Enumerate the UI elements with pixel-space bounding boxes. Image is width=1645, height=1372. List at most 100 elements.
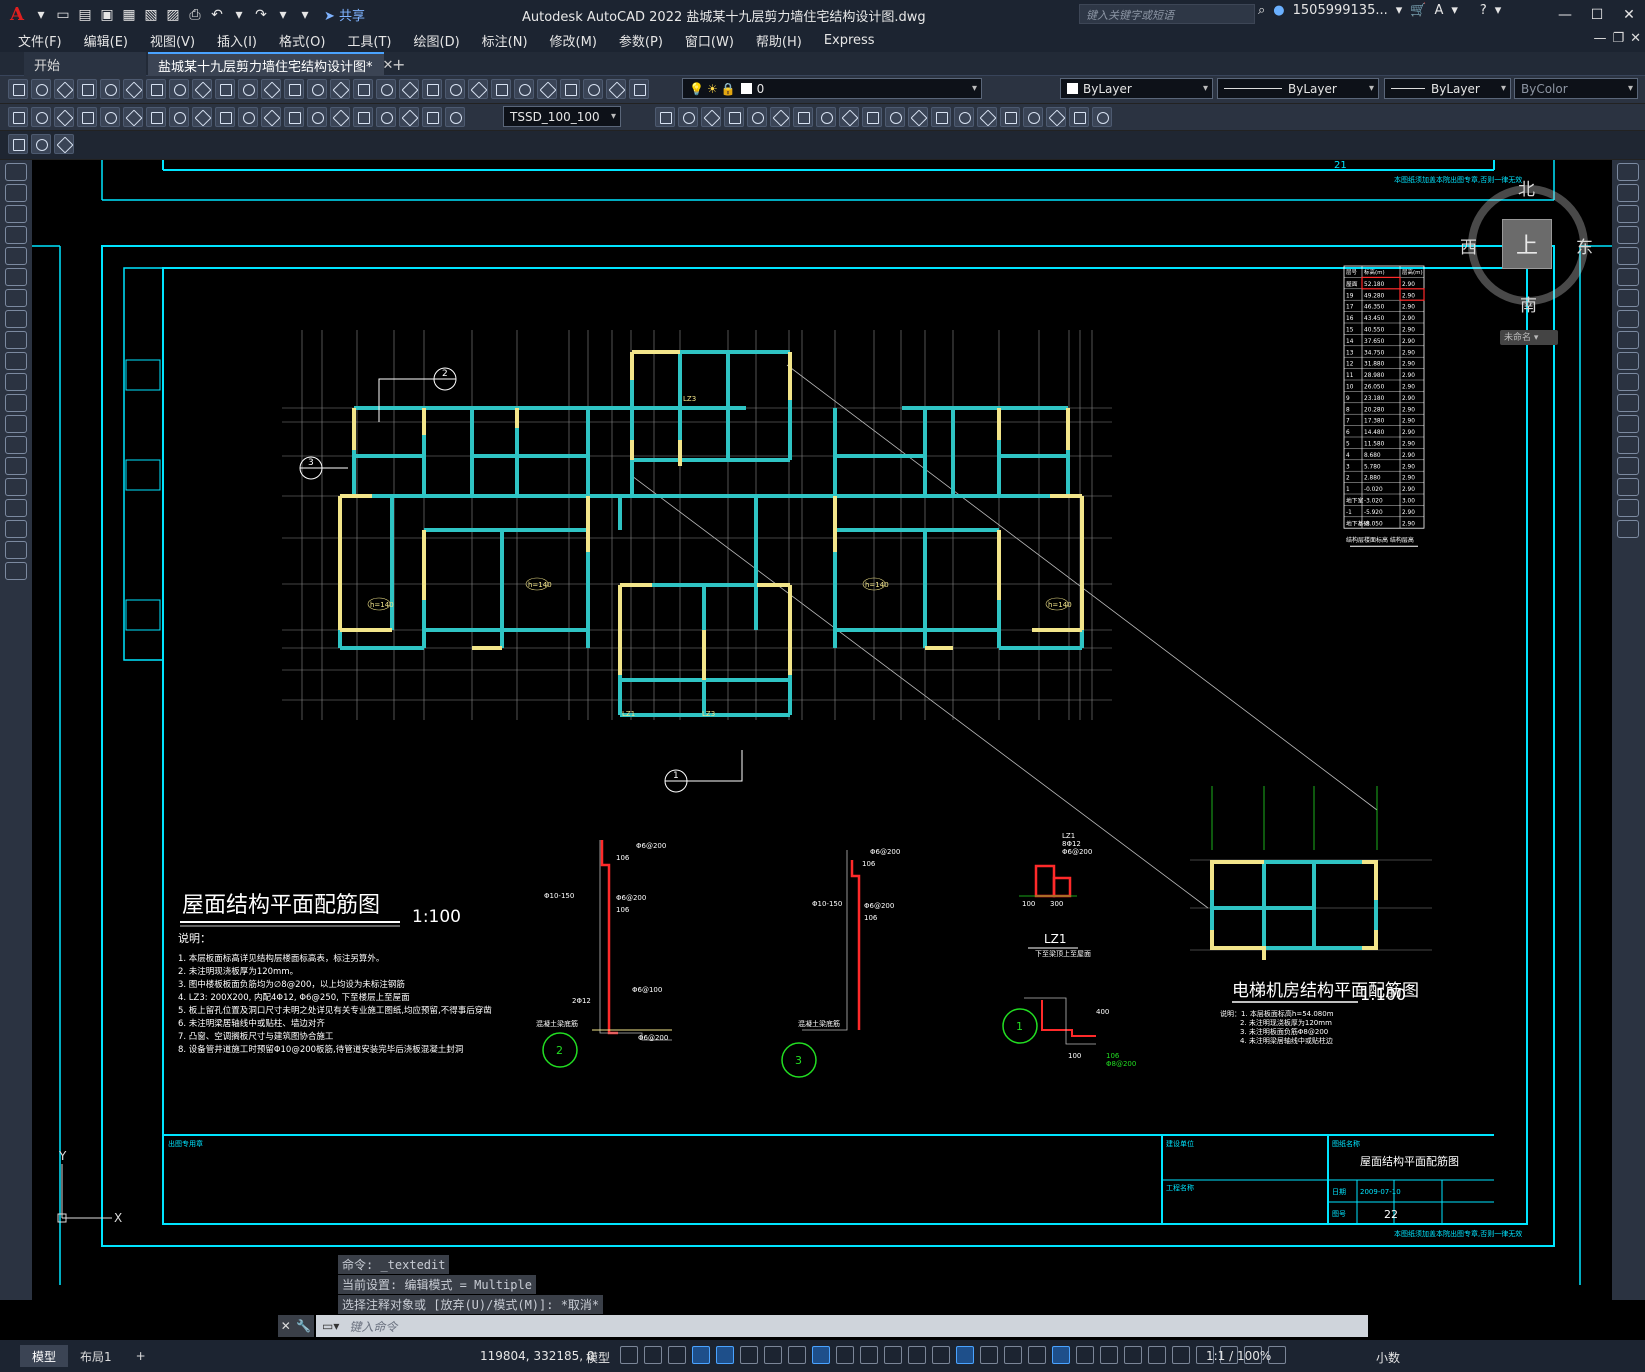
extra-tool-icon-3[interactable] [54,134,74,154]
drawing-canvas[interactable]: 21 本图纸须加盖本院出图专章,否则一律无效 h=140 h=140 h=140… [32,160,1612,1285]
modify-side-tool-icon-14[interactable] [1617,436,1639,454]
status-toggle-icon-19[interactable] [1052,1346,1070,1364]
help-dropdown-icon[interactable]: ▾ [1495,3,1502,18]
plot-icon[interactable]: ⎙ [186,6,204,24]
cart-icon[interactable]: 🛒 [1410,3,1426,18]
help-icon[interactable]: ? [1480,3,1487,18]
modify-side-tool-icon-11[interactable] [1617,373,1639,391]
dimstyle-dropdown-icon[interactable]: ▾ [611,111,616,122]
drawing-svg[interactable]: 21 本图纸须加盖本院出图专章,否则一律无效 h=140 h=140 h=140… [32,160,1612,1285]
menu-file[interactable]: 文件(F) [0,31,72,50]
structural-plan[interactable]: h=140 h=140 h=140 h=140 LZ3 LZ3 LZ1 2 3 [282,330,1378,909]
add-layout-icon[interactable]: + [124,1345,158,1367]
modify-tool-icon-18[interactable] [1046,107,1066,127]
tab-model[interactable]: 模型 [20,1345,69,1367]
menu-help[interactable]: 帮助(H) [744,31,812,50]
search-input[interactable]: 键入关键字或短语 [1079,4,1255,24]
customize-quick-access-icon[interactable]: ▾ [296,6,314,24]
dimension-tool-icon-19[interactable] [422,107,442,127]
menu-view[interactable]: 视图(V) [138,31,205,50]
viewcube-top-face[interactable]: 上 [1502,219,1552,269]
standard-tool-icon-1[interactable] [8,79,28,99]
menu-format[interactable]: 格式(O) [267,31,335,50]
undo-icon[interactable]: ↶ [208,6,226,24]
status-toggle-icon-13[interactable] [908,1346,926,1364]
status-toggle-icon-9[interactable] [812,1346,830,1364]
dimension-tool-icon-14[interactable] [307,107,327,127]
standard-tool-icon-2[interactable] [31,79,51,99]
modify-side-tool-icon-2[interactable] [1617,184,1639,202]
modify-tool-icon-7[interactable] [793,107,813,127]
modify-side-tool-icon-1[interactable] [1617,163,1639,181]
modify-tool-icon-11[interactable] [885,107,905,127]
status-toggle-icon-5[interactable] [716,1346,734,1364]
status-toggle-icon-17[interactable] [1004,1346,1022,1364]
modify-tool-icon-4[interactable] [724,107,744,127]
modify-tool-icon-12[interactable] [908,107,928,127]
viewcube-south[interactable]: 南 [1520,291,1537,316]
status-toggle-icon-21[interactable] [1100,1346,1118,1364]
color-combo[interactable]: ByLayer ▾ [1060,78,1213,99]
standard-tool-icon-17[interactable] [376,79,396,99]
standard-tool-icon-27[interactable] [606,79,626,99]
new-tab-icon[interactable]: + [392,55,405,74]
dimension-tool-icon-16[interactable] [353,107,373,127]
dimension-tool-icon-9[interactable] [192,107,212,127]
viewcube[interactable]: 上 北 南 西 东 [1460,180,1593,316]
standard-tool-icon-5[interactable] [100,79,120,99]
redo-icon[interactable]: ↷ [252,6,270,24]
cursor-coordinates[interactable]: 119804, 332185, 0 [480,1349,595,1363]
save-icon[interactable]: ▣ [98,6,116,24]
draw-tool-icon-9[interactable] [5,331,27,349]
modify-tool-icon-2[interactable] [678,107,698,127]
status-toggle-icon-23[interactable] [1148,1346,1166,1364]
modify-side-tool-icon-17[interactable] [1617,499,1639,517]
status-toggle-icon-20[interactable] [1076,1346,1094,1364]
modify-tool-icon-19[interactable] [1069,107,1089,127]
account-dropdown-icon[interactable]: ▾ [1451,3,1458,18]
close-icon[interactable]: ✕ [1613,0,1645,29]
status-toggle-icon-14[interactable] [932,1346,950,1364]
new-file-icon[interactable]: ▭ [54,6,72,24]
dimension-tool-icon-1[interactable] [8,107,28,127]
standard-tool-icon-13[interactable] [284,79,304,99]
modify-side-tool-icon-3[interactable] [1617,205,1639,223]
modify-side-tool-icon-6[interactable] [1617,268,1639,286]
draw-tool-icon-17[interactable] [5,499,27,517]
menu-edit[interactable]: 编辑(E) [72,31,138,50]
tab-drawing[interactable]: 盐城某十九层剪力墙住宅结构设计图* ✕ [148,52,393,76]
modify-tool-icon-14[interactable] [954,107,974,127]
lineweight-dropdown-icon[interactable]: ▾ [1501,83,1506,94]
viewcube-east[interactable]: 东 [1576,233,1593,258]
status-toggle-icon-7[interactable] [764,1346,782,1364]
command-recent-icon[interactable]: ▭▾ [322,1319,339,1333]
status-toggle-icon-12[interactable] [884,1346,902,1364]
lz1-column-detail[interactable]: LZ1 8Φ12 Φ6@200 100 300 下至梁顶上至屋面 LZ1 400… [1002,832,1136,1068]
color-dropdown-icon[interactable]: ▾ [1203,83,1208,94]
modify-side-tool-icon-9[interactable] [1617,331,1639,349]
tab-layout1[interactable]: 布局1 [68,1345,124,1367]
menu-draw[interactable]: 绘图(D) [402,31,470,50]
section-detail-2[interactable]: Φ6@200 106 Φ10-150 Φ6@200 106 Φ6@100 2Φ1… [536,840,672,1068]
save-web-icon[interactable]: ▨ [164,6,182,24]
user-icon[interactable]: ● [1273,3,1284,18]
draw-tool-icon-4[interactable] [5,226,27,244]
standard-tool-icon-9[interactable] [192,79,212,99]
modify-side-tool-icon-10[interactable] [1617,352,1639,370]
open-file-icon[interactable]: ▤ [76,6,94,24]
doc-close-icon[interactable]: ✕ [1630,31,1641,46]
share-button[interactable]: ➤ 共享 [324,5,365,24]
draw-tool-icon-15[interactable] [5,457,27,475]
user-name[interactable]: 1505999135... [1293,3,1388,18]
standard-tool-icon-25[interactable] [560,79,580,99]
dimension-tool-icon-11[interactable] [238,107,258,127]
standard-tool-icon-26[interactable] [583,79,603,99]
modify-side-tool-icon-7[interactable] [1617,289,1639,307]
dimension-tool-icon-4[interactable] [77,107,97,127]
dimension-tool-icon-12[interactable] [261,107,281,127]
standard-tool-icon-11[interactable] [238,79,258,99]
status-toggle-icon-11[interactable] [860,1346,878,1364]
standard-tool-icon-6[interactable] [123,79,143,99]
status-toggle-icon-10[interactable] [836,1346,854,1364]
dimension-tool-icon-20[interactable] [445,107,465,127]
